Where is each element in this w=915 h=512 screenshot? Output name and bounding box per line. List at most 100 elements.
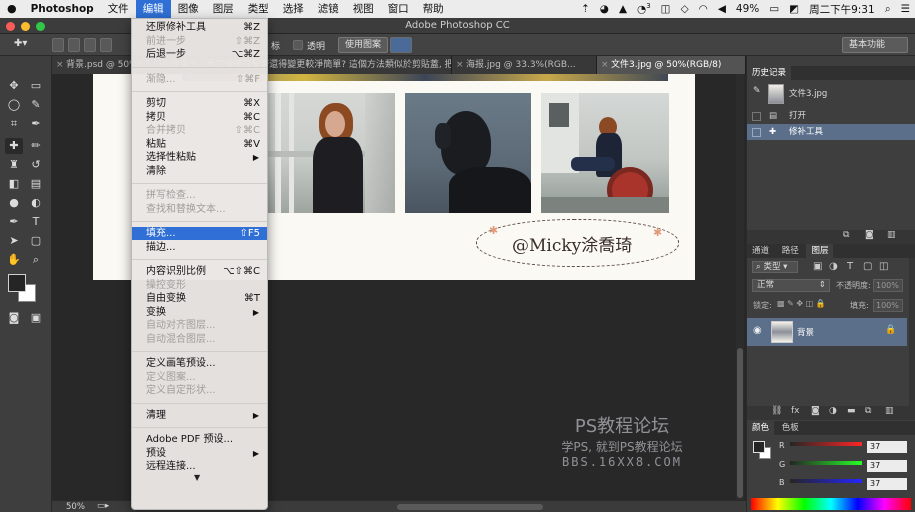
edit-menu-item[interactable]: 后退一步 ⌥⌘Z — [132, 48, 267, 61]
filter-type-icon[interactable]: T — [847, 261, 853, 272]
edit-menu-item[interactable]: 拷贝 ⌘C — [132, 111, 267, 124]
history-snapshot-label[interactable]: 文件3.jpg — [789, 87, 827, 99]
blur-tool-icon[interactable]: ● — [5, 195, 23, 211]
r-value[interactable]: 37 — [867, 441, 907, 453]
edit-menu-item[interactable]: 清理 ▶ — [132, 409, 267, 422]
g-value[interactable]: 37 — [867, 460, 907, 472]
clock[interactable]: 周二下午9:31 — [804, 2, 880, 17]
trash-icon[interactable]: ▥ — [887, 230, 896, 240]
link-layers-icon[interactable]: ⛓ — [771, 406, 782, 416]
scrollbar-thumb[interactable] — [737, 348, 743, 498]
fill-input[interactable]: 100% — [873, 299, 903, 312]
edit-menu-item[interactable]: 远程连接... — [132, 460, 267, 473]
eye-icon[interactable]: ◉ — [753, 325, 762, 336]
foreground-color-swatch[interactable] — [8, 274, 26, 292]
color-fg-swatch[interactable] — [753, 441, 765, 453]
adobe-icon[interactable]: ▲ — [614, 3, 632, 15]
history-item-open[interactable]: ▤ 打开 — [747, 108, 915, 124]
app-menu[interactable]: Photoshop — [24, 0, 101, 18]
layer-style-icon[interactable]: fx — [791, 406, 800, 416]
tab-doc-1[interactable]: × 背景.psd @ 50% — [52, 56, 132, 74]
edit-menu-item[interactable]: 还原修补工具 ⌘Z — [132, 21, 267, 34]
menu-edit[interactable]: 编辑 — [135, 0, 171, 18]
menu-scroll-down-icon[interactable]: ▼ — [194, 473, 200, 482]
new-document-from-state-icon[interactable]: ⧉ — [843, 230, 849, 240]
shape-tool-icon[interactable]: ▢ — [27, 233, 45, 249]
selection-subtract-icon[interactable] — [84, 38, 96, 52]
quick-mask-icon[interactable]: ◙ — [5, 310, 23, 326]
eraser-tool-icon[interactable]: ◧ — [5, 176, 23, 192]
tab-channels[interactable]: 通道 — [747, 244, 774, 258]
edit-menu-item[interactable]: 剪切 ⌘X — [132, 97, 267, 110]
color-spectrum-bar[interactable] — [751, 498, 911, 510]
quick-select-tool-icon[interactable]: ✎ — [27, 97, 45, 113]
lasso-tool-icon[interactable]: ◯ — [5, 97, 23, 113]
tab-paths[interactable]: 路径 — [777, 244, 804, 258]
tab-doc-4[interactable]: × 文件3.jpg @ 50%(RGB/8) — [597, 56, 746, 74]
patch-tool-preset-icon[interactable]: ✚▾ — [14, 38, 27, 49]
adjustment-layer-icon[interactable]: ◑ — [829, 406, 837, 416]
filter-pixel-icon[interactable]: ▣ — [813, 261, 822, 272]
pen-tool-icon[interactable]: ✒ — [5, 214, 23, 230]
brush-tool-icon[interactable]: ✏ — [27, 138, 45, 154]
new-group-icon[interactable]: ▬ — [847, 406, 856, 416]
path-select-tool-icon[interactable]: ➤ — [5, 233, 23, 249]
b-value[interactable]: 37 — [867, 478, 907, 490]
history-brush-source-icon[interactable]: ✎ — [753, 86, 761, 96]
tab-swatches[interactable]: 色板 — [777, 421, 804, 435]
layer-filter-kind[interactable]: ⌕ 类型 ▾ — [752, 261, 798, 273]
wifi-icon[interactable]: ◠ — [694, 3, 713, 15]
lock-icons[interactable]: ▩ ✎ ✥ ◫ 🔒 — [777, 299, 826, 308]
edit-menu-item[interactable]: 粘贴 ⌘V — [132, 138, 267, 151]
delete-layer-icon[interactable]: ▥ — [885, 406, 894, 416]
edit-menu-item[interactable]: 变换 ▶ — [132, 306, 267, 319]
stamp-tool-icon[interactable]: ♜ — [5, 157, 23, 173]
search-icon[interactable]: ⌕ — [880, 3, 896, 16]
layers-panel-scrollbar[interactable] — [909, 258, 915, 406]
transparent-checkbox[interactable] — [293, 40, 303, 50]
close-icon[interactable]: × — [601, 56, 609, 74]
selection-intersect-icon[interactable] — [100, 38, 112, 52]
tab-doc-3[interactable]: × 海报.jpg @ 33.3%(RGB... — [452, 56, 597, 74]
edit-menu-item[interactable]: 预设 ▶ — [132, 447, 267, 460]
edit-menu-item[interactable]: 定义画笔预设... — [132, 357, 267, 370]
vertical-scrollbar[interactable] — [736, 74, 744, 500]
gradient-tool-icon[interactable]: ▤ — [27, 176, 45, 192]
tab-history[interactable]: 历史记录 — [747, 66, 792, 80]
menu-type[interactable]: 类型 — [241, 0, 276, 18]
edit-menu-item[interactable]: 清除 — [132, 165, 267, 178]
zoom-level[interactable]: 50% — [66, 502, 85, 512]
upload-icon[interactable]: ⇡ — [576, 3, 595, 15]
edit-menu-item[interactable]: Adobe PDF 预设... — [132, 433, 267, 446]
edit-menu-item[interactable]: 选择性粘贴 ▶ — [132, 151, 267, 164]
history-brush-tool-icon[interactable]: ↺ — [27, 157, 45, 173]
tab-layers[interactable]: 图层 — [806, 244, 834, 258]
dodge-tool-icon[interactable]: ◐ — [27, 195, 45, 211]
history-checkbox[interactable] — [752, 128, 761, 137]
sketch-icon[interactable]: ◩ — [784, 3, 804, 15]
screen-mode-icon[interactable]: ▣ — [27, 310, 45, 326]
volume-icon[interactable]: ◀ — [713, 3, 731, 15]
edit-menu-item[interactable]: 描边... — [132, 241, 267, 254]
dropbox-icon[interactable]: ◇ — [676, 3, 694, 15]
edit-menu-item[interactable]: 内容识别比例 ⌥⇧⌘C — [132, 265, 267, 278]
layer-row-background[interactable]: ◉ 背景 🔒 — [747, 318, 907, 346]
menu-select[interactable]: 选择 — [276, 0, 311, 18]
filter-shape-icon[interactable]: ▢ — [863, 261, 872, 272]
horizontal-scrollbar-thumb[interactable] — [397, 504, 543, 510]
qq-icon[interactable]: ◕ — [595, 3, 614, 15]
menu-file[interactable]: 文件 — [101, 0, 136, 18]
g-slider[interactable] — [790, 461, 862, 465]
menu-view[interactable]: 视图 — [346, 0, 381, 18]
patch-tool-icon[interactable]: ✚ — [5, 138, 23, 154]
use-pattern-button[interactable]: 使用图案 — [338, 37, 389, 53]
new-layer-icon[interactable]: ⧉ — [865, 406, 871, 416]
crop-tool-icon[interactable]: ⌗ — [5, 116, 23, 132]
artboard-tool-icon[interactable]: ▭ — [27, 78, 45, 94]
blend-mode-select[interactable]: 正常 ⇕ — [752, 279, 830, 292]
history-item-patch[interactable]: ✚ 修补工具 — [747, 124, 915, 140]
opacity-input[interactable]: 100% — [873, 279, 903, 292]
history-checkbox[interactable] — [752, 112, 761, 121]
type-tool-icon[interactable]: T — [27, 214, 45, 230]
wechat-icon[interactable]: ◔3 — [632, 2, 656, 16]
